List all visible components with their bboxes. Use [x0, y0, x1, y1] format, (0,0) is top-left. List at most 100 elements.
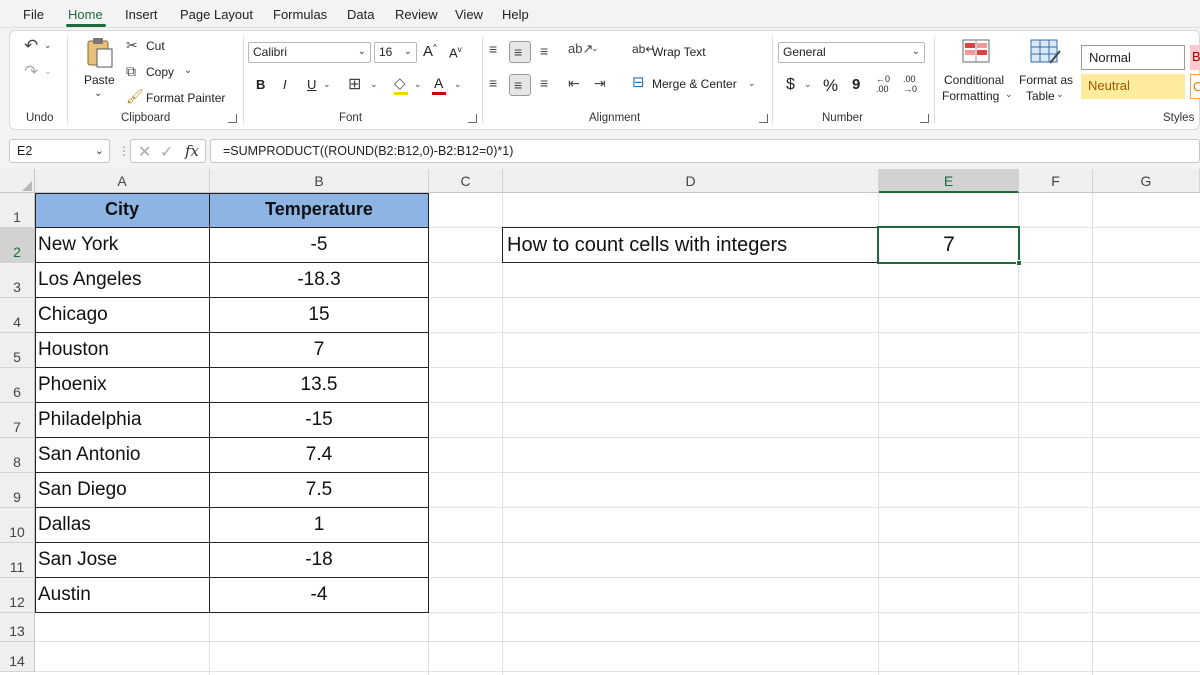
- orientation-icon[interactable]: ab↗: [568, 42, 593, 55]
- decrease-decimal-button[interactable]: .00 →0: [903, 74, 917, 94]
- cell-b11[interactable]: -18: [210, 549, 428, 571]
- menu-file[interactable]: File: [23, 7, 44, 22]
- merge-center-button[interactable]: Merge & Center: [652, 77, 737, 91]
- format-as-table-label-2[interactable]: Table: [1026, 89, 1055, 103]
- column-header-a[interactable]: A: [35, 169, 210, 193]
- style-normal[interactable]: Normal: [1081, 45, 1185, 70]
- cell-b7[interactable]: -15: [210, 409, 428, 431]
- italic-button[interactable]: I: [283, 77, 287, 92]
- cell-a7[interactable]: Philadelphia: [38, 409, 208, 431]
- align-bottom-icon[interactable]: ≡: [540, 44, 548, 58]
- wrap-text-button[interactable]: Wrap Text: [652, 45, 706, 59]
- name-box[interactable]: E2 ⌄: [9, 139, 110, 163]
- menu-home[interactable]: Home: [68, 7, 103, 22]
- cell-a2[interactable]: New York: [38, 234, 208, 256]
- cell-a1[interactable]: City: [35, 199, 209, 220]
- merge-dropdown-icon[interactable]: ⌄: [748, 79, 756, 88]
- copy-button[interactable]: Copy: [146, 65, 174, 79]
- menu-data[interactable]: Data: [347, 7, 374, 22]
- cell-a9[interactable]: San Diego: [38, 479, 208, 501]
- row-header-4[interactable]: 4: [0, 298, 35, 333]
- font-launcher-icon[interactable]: [468, 114, 477, 123]
- align-center-button[interactable]: ≡: [509, 74, 531, 96]
- paste-icon[interactable]: [84, 37, 114, 69]
- number-format-select[interactable]: General ⌄: [778, 42, 925, 63]
- cell-b9[interactable]: 7.5: [210, 479, 428, 501]
- cell-e2[interactable]: 7: [879, 233, 1019, 257]
- format-painter-button[interactable]: Format Painter: [146, 91, 225, 105]
- row-header-12[interactable]: 12: [0, 578, 35, 613]
- number-launcher-icon[interactable]: [920, 114, 929, 123]
- increase-decimal-button[interactable]: ←0.00: [876, 74, 890, 94]
- format-as-table-label-1[interactable]: Format as: [1019, 73, 1073, 87]
- fill-dropdown-icon[interactable]: ⌄: [414, 80, 422, 89]
- cell-b2[interactable]: -5: [210, 234, 428, 256]
- row-header-5[interactable]: 5: [0, 333, 35, 368]
- cancel-icon[interactable]: ✕: [138, 142, 151, 162]
- decrease-indent-icon[interactable]: ⇤: [568, 76, 580, 90]
- cell-d2[interactable]: How to count cells with integers: [507, 234, 875, 257]
- percent-button[interactable]: %: [823, 76, 838, 96]
- column-header-e[interactable]: E: [879, 169, 1019, 193]
- clipboard-launcher-icon[interactable]: [228, 114, 237, 123]
- row-header-13[interactable]: 13: [0, 613, 35, 642]
- font-size-select[interactable]: 16 ⌄: [374, 42, 417, 63]
- cell-b12[interactable]: -4: [210, 584, 428, 606]
- style-calculation-partial[interactable]: C: [1190, 74, 1200, 99]
- menu-review[interactable]: Review: [395, 7, 438, 22]
- enter-icon[interactable]: ✓: [160, 142, 173, 162]
- orientation-dropdown-icon[interactable]: ⌄: [591, 44, 599, 53]
- cell-b8[interactable]: 7.4: [210, 444, 428, 466]
- cell-b3[interactable]: -18.3: [210, 269, 428, 291]
- row-header-7[interactable]: 7: [0, 403, 35, 438]
- cell-b6[interactable]: 13.5: [210, 374, 428, 396]
- insert-function-icon[interactable]: fx: [185, 142, 199, 160]
- font-color-icon[interactable]: A: [434, 75, 443, 91]
- font-color-dropdown-icon[interactable]: ⌄: [454, 80, 462, 89]
- column-header-b[interactable]: B: [210, 169, 429, 193]
- menu-help[interactable]: Help: [502, 7, 529, 22]
- paste-button[interactable]: Paste: [84, 73, 115, 87]
- cell-a8[interactable]: San Antonio: [38, 444, 208, 466]
- cell-a11[interactable]: San Jose: [38, 549, 208, 571]
- cut-button[interactable]: Cut: [146, 39, 165, 53]
- formula-input[interactable]: =SUMPRODUCT((ROUND(B2:B12,0)-B2:B12=0)*1…: [210, 139, 1200, 163]
- column-header-g[interactable]: G: [1093, 169, 1200, 193]
- row-header-11[interactable]: 11: [0, 543, 35, 578]
- undo-icon[interactable]: ↶: [24, 37, 38, 54]
- redo-icon[interactable]: ↷: [24, 63, 38, 80]
- borders-dropdown-icon[interactable]: ⌄: [370, 80, 378, 89]
- row-header-6[interactable]: 6: [0, 368, 35, 403]
- conditional-formatting-label-1[interactable]: Conditional: [944, 73, 1004, 87]
- copy-dropdown-icon[interactable]: ⌄: [184, 66, 192, 76]
- cell-b5[interactable]: 7: [210, 339, 428, 361]
- conditional-dropdown-icon[interactable]: ⌄: [1005, 90, 1013, 99]
- align-left-icon[interactable]: ≡: [489, 76, 497, 90]
- align-middle-button[interactable]: ≡: [509, 41, 531, 63]
- cell-a4[interactable]: Chicago: [38, 304, 208, 326]
- undo-dropdown-icon[interactable]: ⌄: [44, 41, 52, 50]
- paste-dropdown-icon[interactable]: ⌄: [94, 89, 102, 99]
- row-header-10[interactable]: 10: [0, 508, 35, 543]
- style-bad-partial[interactable]: B: [1190, 45, 1200, 70]
- fill-handle[interactable]: [1016, 260, 1022, 266]
- currency-dropdown-icon[interactable]: ⌄: [804, 80, 812, 89]
- cell-a3[interactable]: Los Angeles: [38, 269, 208, 291]
- menu-insert[interactable]: Insert: [125, 7, 158, 22]
- cell-a10[interactable]: Dallas: [38, 514, 208, 536]
- menu-page-layout[interactable]: Page Layout: [180, 7, 253, 22]
- decrease-font-button[interactable]: Av: [449, 45, 462, 60]
- column-header-c[interactable]: C: [429, 169, 503, 193]
- underline-dropdown-icon[interactable]: ⌄: [323, 80, 331, 89]
- borders-icon[interactable]: ⊞: [348, 77, 361, 93]
- cell-b4[interactable]: 15: [210, 304, 428, 326]
- cell-a6[interactable]: Phoenix: [38, 374, 208, 396]
- cell-a12[interactable]: Austin: [38, 584, 208, 606]
- row-header-9[interactable]: 9: [0, 473, 35, 508]
- row-header-2[interactable]: 2: [0, 228, 35, 263]
- format-table-dropdown-icon[interactable]: ⌄: [1056, 90, 1064, 99]
- fill-color-icon[interactable]: ◇: [394, 76, 406, 91]
- row-header-1[interactable]: 1: [0, 193, 35, 228]
- style-neutral[interactable]: Neutral: [1081, 74, 1185, 99]
- bold-button[interactable]: B: [256, 77, 265, 92]
